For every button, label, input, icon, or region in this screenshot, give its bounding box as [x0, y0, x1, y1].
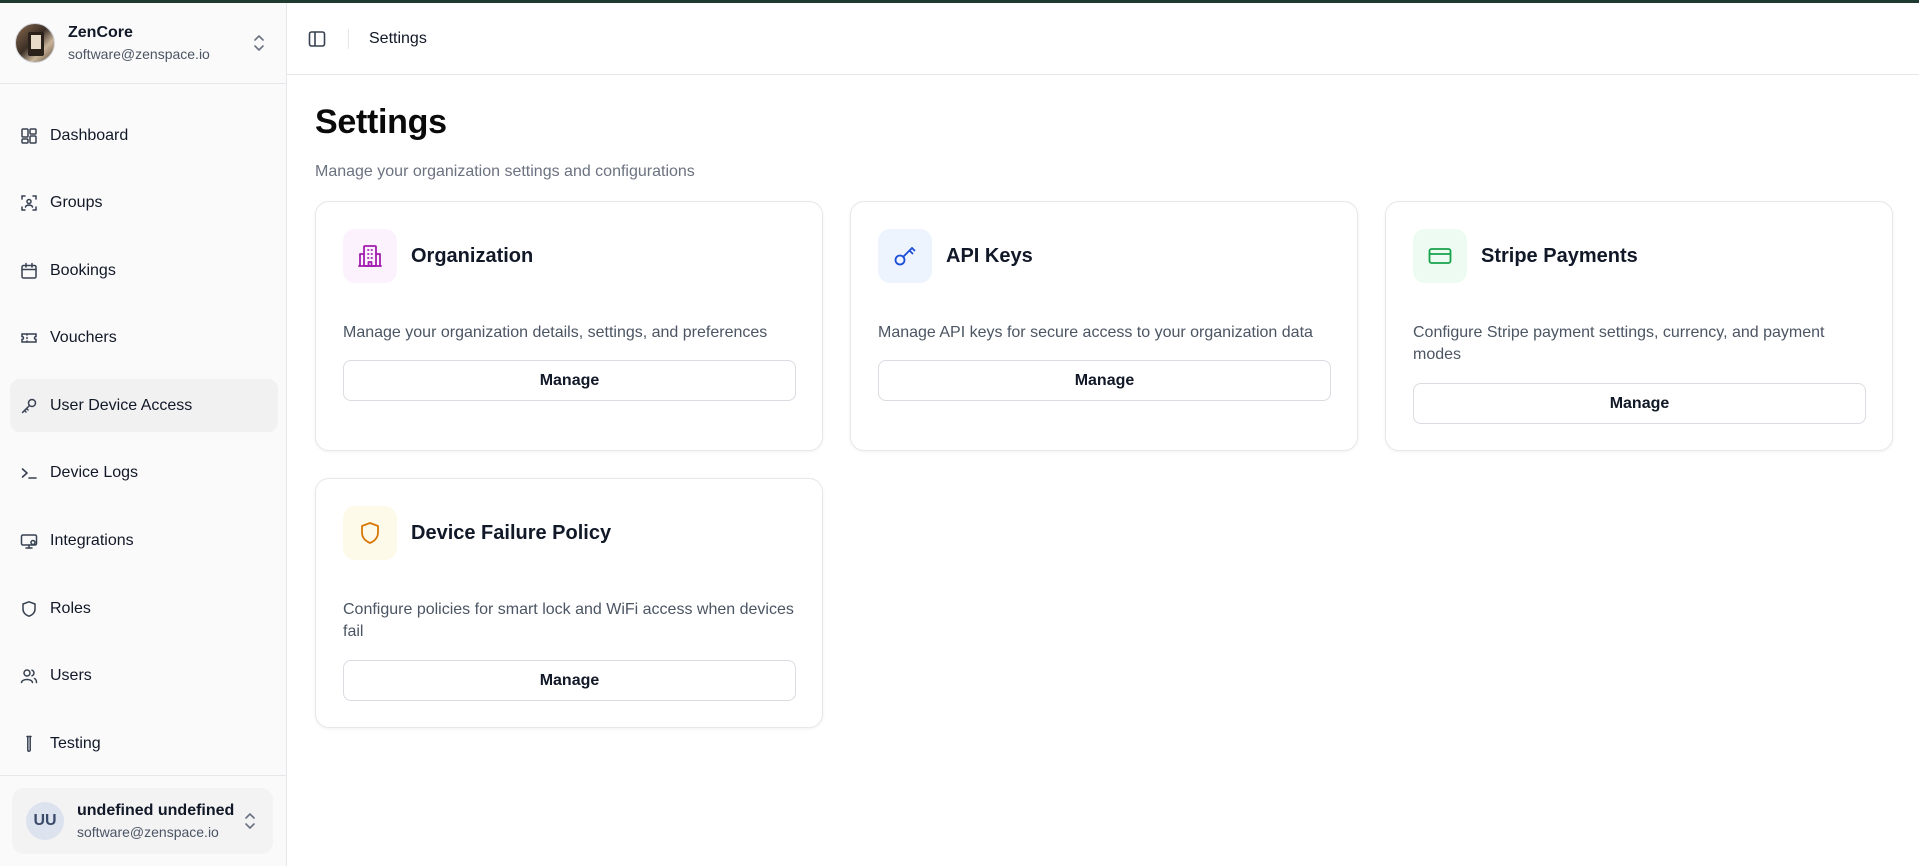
- sidebar-item-device-logs[interactable]: Device Logs: [10, 447, 278, 500]
- sidebar-item-users[interactable]: Users: [10, 650, 278, 703]
- sidebar-item-groups[interactable]: Groups: [10, 177, 278, 230]
- chevrons-up-down-icon: [254, 35, 264, 51]
- sidebar-nav: Dashboard Groups Bookings Vouchers User …: [10, 109, 278, 785]
- sidebar-item-label: Vouchers: [50, 329, 117, 347]
- key-icon: [894, 247, 916, 266]
- organization-card: Organization Manage your organization de…: [315, 201, 823, 451]
- sidebar-item-label: Users: [50, 667, 92, 685]
- api-keys-manage-button[interactable]: Manage: [878, 360, 1331, 401]
- monitor-icon: [20, 534, 38, 549]
- user-text: undefined undefined software@zenspace.io: [77, 801, 234, 841]
- org-email: software@zenspace.io: [68, 46, 210, 62]
- card-title: Stripe Payments: [1481, 245, 1638, 267]
- api-keys-card: API Keys Manage API keys for secure acce…: [850, 201, 1358, 451]
- card-description: Configure policies for smart lock and Wi…: [343, 601, 794, 640]
- card-title: Device Failure Policy: [411, 522, 612, 544]
- chevrons-up-down-icon: [245, 813, 255, 829]
- device-failure-policy-card: Device Failure Policy Configure policies…: [315, 478, 823, 728]
- groups-icon: [21, 195, 37, 211]
- card-icon-box: [343, 506, 397, 560]
- header-divider: [348, 28, 349, 49]
- card-title: Organization: [411, 245, 534, 267]
- sidebar-item-label: Integrations: [50, 532, 134, 550]
- organization-manage-button[interactable]: Manage: [343, 360, 796, 401]
- sidebar: ZenCore software@zenspace.io Dashboard G…: [0, 3, 287, 866]
- user-name: undefined undefined: [77, 802, 235, 819]
- sidebar-item-vouchers[interactable]: Vouchers: [10, 312, 278, 365]
- sidebar-item-integrations[interactable]: Integrations: [10, 515, 278, 568]
- sidebar-item-label: Device Logs: [50, 464, 139, 482]
- stripe-payments-manage-button[interactable]: Manage: [1413, 383, 1866, 424]
- card-icon-box: [1413, 229, 1467, 283]
- building-icon: [358, 245, 382, 267]
- card-description: Configure Stripe payment settings, curre…: [1413, 324, 1825, 363]
- sidebar-item-testing[interactable]: Testing: [10, 717, 278, 770]
- user-email: software@zenspace.io: [77, 824, 219, 840]
- shield-icon: [361, 522, 379, 544]
- shield-icon: [22, 600, 36, 617]
- sidebar-item-label: User Device Access: [50, 396, 193, 414]
- card-icon-box: [343, 229, 397, 283]
- sidebar-item-label: Testing: [50, 734, 101, 752]
- ticket-icon: [21, 333, 37, 344]
- key-icon: [21, 398, 37, 414]
- sidebar-item-roles[interactable]: Roles: [10, 582, 278, 635]
- top-header: Settings: [287, 3, 1919, 75]
- sidebar-item-label: Groups: [50, 194, 103, 212]
- org-text: ZenCore software@zenspace.io: [68, 23, 210, 63]
- dashboard-icon: [21, 127, 37, 144]
- sidebar-item-label: Roles: [50, 599, 91, 617]
- org-name: ZenCore: [68, 24, 133, 41]
- org-avatar: [15, 23, 55, 63]
- user-footer: UU undefined undefined software@zenspace…: [0, 775, 286, 866]
- page-title: Settings: [315, 103, 447, 141]
- card-icon-box: [878, 229, 932, 283]
- card-description: Manage your organization details, settin…: [343, 324, 768, 341]
- user-menu[interactable]: UU undefined undefined software@zenspace…: [12, 788, 273, 854]
- breadcrumb: Settings: [369, 29, 427, 47]
- card-title: API Keys: [946, 245, 1033, 267]
- avatar: UU: [26, 802, 64, 840]
- calendar-icon: [21, 262, 37, 279]
- device-failure-policy-manage-button[interactable]: Manage: [343, 660, 796, 701]
- org-switcher[interactable]: ZenCore software@zenspace.io: [0, 3, 286, 84]
- terminal-icon: [21, 468, 37, 480]
- sidebar-item-dashboard[interactable]: Dashboard: [10, 109, 278, 162]
- users-icon: [20, 669, 38, 684]
- sidebar-item-label: Bookings: [50, 261, 116, 279]
- sidebar-item-bookings[interactable]: Bookings: [10, 244, 278, 297]
- card-description: Manage API keys for secure access to you…: [878, 324, 1313, 341]
- sidebar-item-label: Dashboard: [50, 126, 129, 144]
- page-subtitle: Manage your organization settings and co…: [315, 163, 695, 180]
- test-tube-icon: [26, 735, 32, 752]
- sidebar-item-user-device-access[interactable]: User Device Access: [10, 379, 278, 433]
- credit-card-icon: [1428, 248, 1452, 264]
- sidebar-toggle-icon[interactable]: [307, 29, 327, 49]
- stripe-payments-card: Stripe Payments Configure Stripe payment…: [1385, 201, 1893, 451]
